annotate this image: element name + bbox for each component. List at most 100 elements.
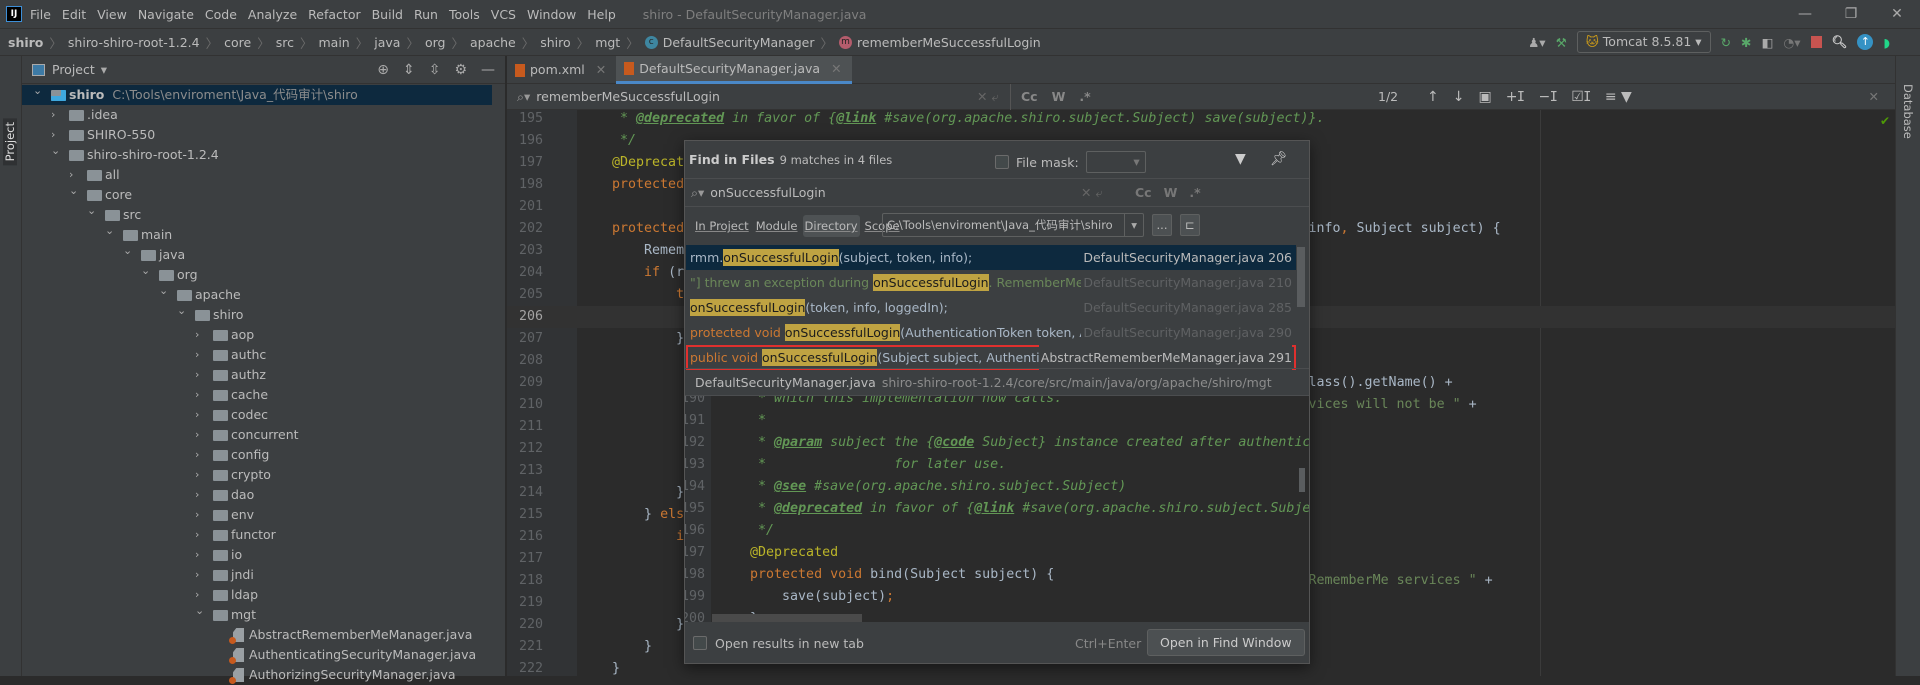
tree-item--idea[interactable]: › .idea [22,105,492,125]
result-row[interactable]: public void onSuccessfulLogin(Subject su… [686,345,1296,370]
regex-toggle[interactable]: .* [1189,185,1200,200]
tree-item-concurrent[interactable]: › concurrent [22,425,492,445]
breadcrumb-item[interactable]: apache [470,35,516,50]
tree-item-apache[interactable]: ⌄ apache [22,284,492,305]
scope-tab-in-project[interactable]: In Project [693,215,751,237]
close-find-icon[interactable]: ✕ [1869,89,1879,104]
breadcrumb-item[interactable]: main [318,35,349,50]
recursive-toggle-icon[interactable]: ⊏ [1180,214,1200,236]
menu-item-code[interactable]: Code [205,7,237,22]
result-row[interactable]: "] threw an exception during onSuccessfu… [686,270,1296,295]
chevron-right-icon[interactable]: › [195,525,207,545]
tree-item-env[interactable]: › env [22,505,492,525]
filter-icon[interactable]: ▼ [1235,151,1246,167]
update-icon[interactable]: ↑ [1857,34,1874,50]
tree-item-authorizingsecuritymanager-java[interactable]: AuthorizingSecurityManager.java [22,665,492,685]
result-row[interactable]: rmm.onSuccessfulLogin(subject, token, in… [686,245,1296,270]
pin-icon[interactable]: 📌︎ [1270,151,1288,167]
regex-toggle[interactable]: .* [1079,89,1090,104]
code-preview[interactable]: 190 * which this implementation now call… [685,396,1309,622]
previous-occurrence-icon[interactable]: ↑ [1427,89,1439,105]
clear-icon[interactable]: ✕ ⤶ [1081,185,1102,201]
tree-item-shiro-550[interactable]: › SHIRO-550 [22,125,492,145]
build-hammer-icon[interactable]: ⚒ [1556,35,1567,50]
tree-item-codec[interactable]: › codec [22,405,492,425]
breadcrumb-item[interactable]: shiro [540,35,570,50]
close-tab-icon[interactable]: ✕ [596,56,606,84]
popup-search-input[interactable]: onSuccessfulLogin [710,185,825,200]
add-selection-icon[interactable]: +ⵊ [1506,89,1525,105]
coverage-icon[interactable]: ◧ [1762,35,1774,50]
tree-item-jndi[interactable]: › jndi [22,565,492,585]
close-tab-icon[interactable]: ✕ [831,55,841,83]
chevron-down-icon[interactable]: ⌄ [159,281,171,301]
find-input[interactable]: rememberMeSuccessfulLogin [536,89,720,104]
tree-item-main[interactable]: ⌄ main [22,224,492,245]
plugin-icon[interactable]: ◗ [1883,35,1890,50]
chevron-right-icon[interactable]: › [195,345,207,365]
filter-icon[interactable]: ≡ ▼ [1605,89,1632,105]
chevron-down-icon[interactable]: ⌄ [87,201,99,221]
tab-pom-xml[interactable]: pom.xml ✕ [507,56,616,84]
tree-item-io[interactable]: › io [22,545,492,565]
rerun-icon[interactable]: ↻ [1721,35,1731,50]
chevron-right-icon[interactable]: › [195,325,207,345]
directory-select[interactable]: C:\Tools\enviroment\Java_代码审计\shiro [882,213,1144,237]
chevron-down-icon[interactable]: ⌄ [177,301,189,321]
chevron-down-icon[interactable]: ▾ [101,62,107,77]
menu-item-analyze[interactable]: Analyze [248,7,297,22]
menu-item-window[interactable]: Window [527,7,576,22]
breadcrumb-item[interactable]: core [224,35,251,50]
chevron-down-icon[interactable]: ⌄ [105,221,117,241]
tab-defaultsecuritymanager-java[interactable]: DefaultSecurityManager.java ✕ [616,55,852,84]
tree-item-org[interactable]: ⌄ org [22,264,492,285]
chevron-right-icon[interactable]: › [195,425,207,445]
chevron-right-icon[interactable]: › [195,445,207,465]
menu-item-tools[interactable]: Tools [449,7,480,22]
menu-item-vcs[interactable]: VCS [491,7,516,22]
select-all-icon[interactable]: ☑ⵊ [1571,89,1591,105]
results-scrollbar[interactable] [1297,247,1305,307]
project-tool-tab[interactable]: Project [3,118,17,166]
tree-item-shiro[interactable]: ⌄ shiro C:\Tools\enviroment\Java_代码审计\shir… [22,84,492,105]
tree-item-authz[interactable]: › authz [22,365,492,385]
chevron-right-icon[interactable]: › [195,505,207,525]
tree-item-ldap[interactable]: › ldap [22,585,492,605]
chevron-right-icon[interactable]: › [195,465,207,485]
chevron-down-icon[interactable]: ⌄ [33,81,45,101]
select-all-occurrences-icon[interactable]: ▣ [1478,89,1491,105]
clear-icon[interactable]: ✕ ⤶ [977,89,998,105]
chevron-down-icon[interactable]: ⌄ [123,241,135,261]
breadcrumb-item[interactable]: java [374,35,400,50]
open-in-find-window-button[interactable]: Open in Find Window [1147,629,1305,656]
tree-item-config[interactable]: › config [22,445,492,465]
result-row[interactable]: onSuccessfulLogin(token, info, loggedIn)… [686,295,1296,320]
chevron-right-icon[interactable]: › [195,545,207,565]
file-mask-select[interactable] [1085,151,1146,173]
chevron-down-icon[interactable]: ⌄ [51,141,63,161]
breadcrumb-item[interactable]: org [425,35,446,50]
tree-item-mgt[interactable]: ⌄ mgt [22,604,492,625]
open-new-tab-checkbox[interactable] [693,636,707,650]
tree-item-cache[interactable]: › cache [22,385,492,405]
expand-all-icon[interactable]: ⇕ [403,62,415,78]
words-toggle[interactable]: W [1052,89,1066,104]
tree-item-all[interactable]: › all [22,165,492,185]
chevron-right-icon[interactable]: › [195,365,207,385]
breadcrumb-item[interactable]: mgt [595,35,620,50]
tree-item-authenticatingsecuritymanager-java[interactable]: AuthenticatingSecurityManager.java [22,645,492,665]
minimize-button[interactable]: — [1782,0,1828,28]
search-everywhere-icon[interactable]: 🔍︎ [1832,34,1848,50]
tree-item-abstractremembermemanager-java[interactable]: AbstractRememberMeManager.java [22,625,492,645]
menu-item-refactor[interactable]: Refactor [308,7,360,22]
stop-icon[interactable] [1810,36,1822,48]
gear-icon[interactable]: ⚙ [454,62,467,78]
breadcrumb-item[interactable]: shiro-shiro-root-1.2.4 [68,35,200,50]
tree-item-shiro-shiro-root-1-2-4[interactable]: ⌄ shiro-shiro-root-1.2.4 [22,144,492,165]
preview-horizontal-scrollbar[interactable] [712,614,862,622]
chevron-right-icon[interactable]: › [195,405,207,425]
preview-scrollbar[interactable] [1299,468,1305,492]
scope-tab-directory[interactable]: Directory [802,215,860,237]
remove-selection-icon[interactable]: −ⵊ [1538,89,1557,105]
next-occurrence-icon[interactable]: ↓ [1453,89,1465,105]
